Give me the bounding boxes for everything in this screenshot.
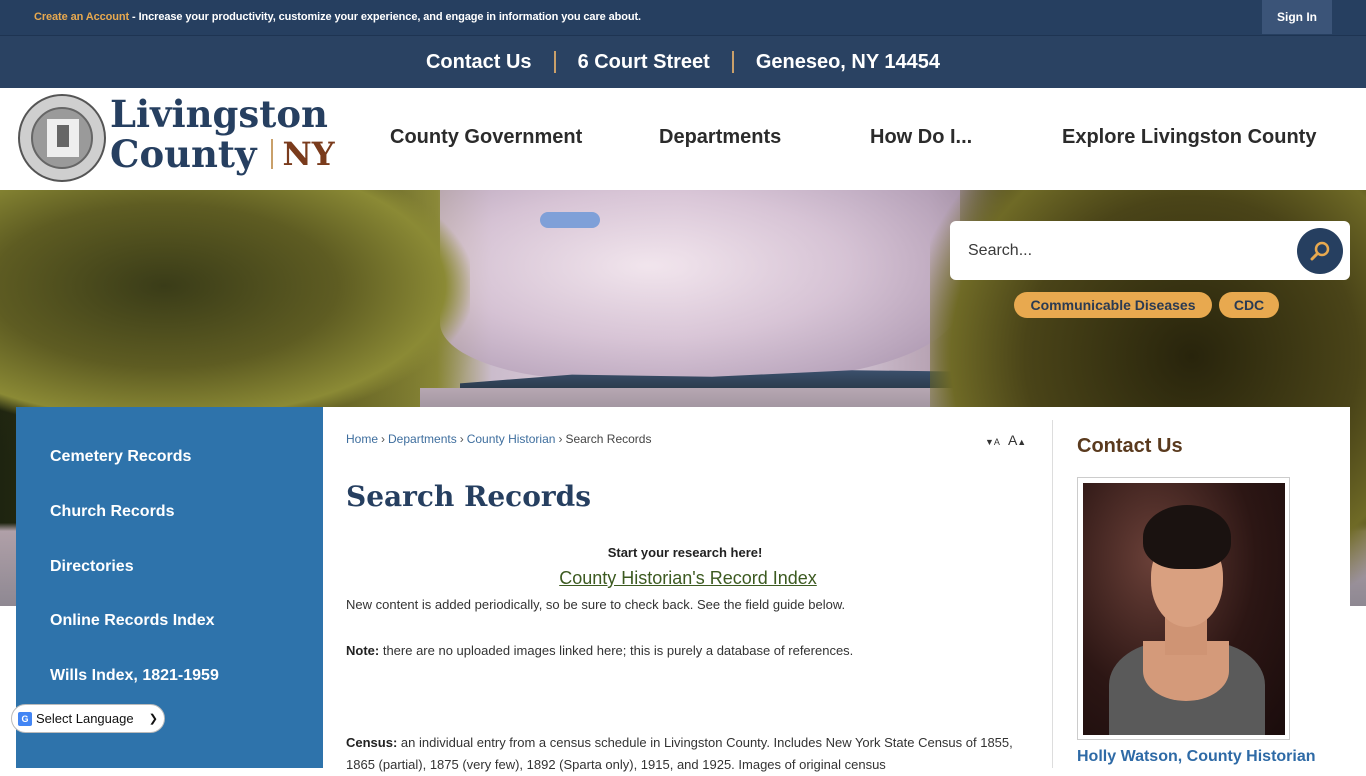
breadcrumb-home[interactable]: Home	[346, 432, 378, 446]
decrease-font-label: A	[993, 437, 1000, 447]
lead-text: Start your research here!	[607, 545, 763, 560]
account-promo: Create an Account - Increase your produc…	[34, 11, 641, 23]
note-paragraph: Note: there are no uploaded images linke…	[346, 640, 1036, 662]
nav-county-government[interactable]: County Government	[390, 126, 582, 149]
breadcrumb-county-historian[interactable]: County Historian	[467, 432, 556, 446]
logo-divider	[270, 139, 273, 169]
logo-line-2: County NY	[110, 134, 335, 174]
sidebar-item-directories[interactable]: Directories	[50, 558, 134, 576]
site-logo[interactable]: Livingston County NY	[110, 94, 335, 174]
language-select-value: Select Language	[36, 711, 134, 726]
language-select[interactable]: G Select Language ❯	[11, 704, 165, 733]
seal-emblem-icon	[31, 107, 93, 169]
promo-text: - Increase your productivity, customize …	[129, 11, 642, 23]
quick-link-communicable-diseases[interactable]: Communicable Diseases	[1014, 292, 1212, 318]
breadcrumb-separator: ›	[381, 432, 386, 446]
breadcrumb-current: Search Records	[565, 432, 652, 446]
nav-departments[interactable]: Departments	[659, 126, 781, 149]
portrait-image	[1083, 483, 1285, 735]
census-label: Census:	[346, 735, 398, 750]
nav-explore-livingston-county[interactable]: Explore Livingston County	[1062, 126, 1316, 149]
increase-font-button[interactable]: A▲	[1008, 432, 1026, 448]
intro-paragraph: New content is added periodically, so be…	[346, 597, 846, 612]
increase-font-label: A	[1007, 432, 1018, 448]
breadcrumb-separator: ›	[558, 432, 563, 446]
chevron-down-icon: ❯	[148, 713, 158, 725]
caret-down-icon: ▼	[985, 437, 994, 447]
column-divider	[1052, 420, 1053, 768]
top-utility-bar: Create an Account - Increase your produc…	[0, 0, 1366, 36]
county-seal-logo[interactable]	[18, 94, 106, 182]
search-input[interactable]	[968, 221, 1288, 280]
hero-tree-left	[0, 190, 470, 430]
nav-how-do-i[interactable]: How Do I...	[870, 126, 972, 149]
font-size-controls: ▼A A▲	[985, 432, 1026, 448]
street-address[interactable]: 6 Court Street	[556, 51, 732, 74]
logo-county: County	[110, 132, 257, 176]
hero-sky-patch	[540, 212, 600, 228]
search-button[interactable]	[1297, 228, 1343, 274]
contact-us-link[interactable]: Contact Us	[404, 51, 554, 74]
contact-heading: Contact Us	[1077, 435, 1183, 457]
breadcrumb-departments[interactable]: Departments	[388, 432, 457, 446]
quick-link-cdc[interactable]: CDC	[1219, 292, 1279, 318]
contact-bar: Contact Us 6 Court Street Geneseo, NY 14…	[0, 36, 1366, 88]
census-paragraph: Census: an individual entry from a censu…	[346, 732, 1036, 776]
breadcrumb: Home › Departments › County Historian › Search…	[346, 432, 651, 446]
record-index-link[interactable]: County Historian's Record Index	[346, 568, 1030, 589]
sidebar-item-online-records-index[interactable]: Online Records Index	[50, 612, 214, 630]
site-header: Livingston County NY County Government D…	[0, 88, 1366, 190]
breadcrumb-separator: ›	[459, 432, 464, 446]
logo-state: NY	[282, 135, 335, 173]
search-box	[950, 221, 1350, 280]
search-icon	[1310, 241, 1330, 261]
caret-up-icon: ▲	[1017, 437, 1027, 447]
create-account-link[interactable]: Create an Account	[34, 11, 129, 23]
hero-sky	[440, 190, 960, 380]
sidebar-item-church-records[interactable]: Church Records	[50, 503, 174, 521]
note-text: there are no uploaded images linked here…	[379, 643, 854, 658]
decrease-font-button[interactable]: ▼A	[985, 432, 1000, 448]
city-address[interactable]: Geneseo, NY 14454	[734, 51, 962, 74]
sidebar-item-cemetery-records[interactable]: Cemetery Records	[50, 448, 191, 466]
page-title: Search Records	[346, 480, 591, 513]
logo-line-1: Livingston	[110, 92, 328, 136]
sign-in-button[interactable]: Sign In	[1262, 0, 1332, 34]
census-text: an individual entry from a census schedu…	[346, 735, 1013, 772]
portrait-hair	[1143, 505, 1231, 569]
contact-name-link[interactable]: Holly Watson, County Historian	[1077, 748, 1316, 766]
note-label: Note:	[346, 643, 380, 658]
google-translate-icon: G	[18, 711, 32, 726]
sidebar-item-wills-index[interactable]: Wills Index, 1821-1959	[50, 667, 219, 685]
historian-photo	[1077, 477, 1290, 740]
